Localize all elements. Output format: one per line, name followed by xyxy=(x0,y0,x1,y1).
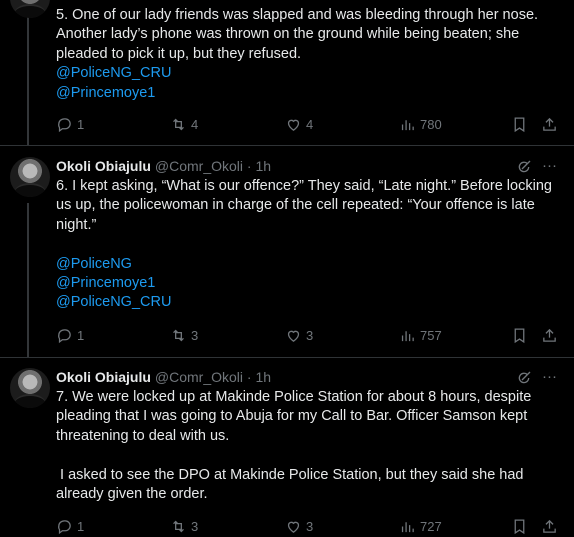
like-count: 3 xyxy=(306,327,314,343)
avatar[interactable] xyxy=(10,0,50,18)
tweet-header: Okoli Obiajulu @Comr_Okoli · 1h xyxy=(56,157,271,175)
share-icon xyxy=(543,519,556,533)
grok-icon[interactable] xyxy=(516,370,532,386)
views-icon xyxy=(401,119,414,130)
tweet-text: I asked to see the DPO at Makinde Police… xyxy=(56,466,528,503)
avatar[interactable] xyxy=(10,157,50,197)
views-count: 757 xyxy=(420,327,442,343)
reply-button[interactable]: 1 xyxy=(56,516,84,536)
views-button[interactable]: 780 xyxy=(399,114,442,134)
bookmark-button[interactable] xyxy=(511,516,528,536)
share-button[interactable] xyxy=(541,114,558,134)
share-button[interactable] xyxy=(541,516,558,536)
views-count: 727 xyxy=(420,518,442,534)
like-count: 3 xyxy=(306,518,314,534)
repost-button[interactable]: 3 xyxy=(170,325,198,345)
more-icon[interactable]: ··· xyxy=(542,368,557,385)
grok-icon[interactable] xyxy=(516,159,532,175)
tweet-text: 6. I kept asking, “What is our offence?”… xyxy=(56,178,556,233)
views-icon xyxy=(401,521,414,532)
bookmark-icon xyxy=(514,518,525,534)
repost-icon xyxy=(173,329,184,341)
repost-button[interactable]: 3 xyxy=(170,516,198,536)
share-icon xyxy=(543,117,556,131)
tweet-body: 6. I kept asking, “What is our offence?”… xyxy=(56,177,561,313)
reply-icon xyxy=(58,519,71,534)
views-count: 780 xyxy=(420,116,442,132)
divider xyxy=(0,357,574,358)
views-button[interactable]: 727 xyxy=(399,516,442,536)
views-icon xyxy=(401,330,414,341)
repost-count: 3 xyxy=(191,518,199,534)
action-bar: 1 3 3 727 xyxy=(56,516,562,536)
mention-link[interactable]: @PoliceNG xyxy=(56,255,561,274)
reply-button[interactable]: 1 xyxy=(56,325,84,345)
mention-link[interactable]: @Princemoye1 xyxy=(56,84,561,103)
action-bar: 1 4 4 780 xyxy=(56,114,562,134)
repost-button[interactable]: 4 xyxy=(170,114,198,134)
reply-button[interactable]: 1 xyxy=(56,114,84,134)
mention-link[interactable]: @PoliceNG_CRU xyxy=(56,293,561,312)
like-icon xyxy=(287,330,300,342)
like-button[interactable]: 3 xyxy=(285,516,313,536)
tweet-text: 7. We were locked up at Makinde Police S… xyxy=(56,389,536,444)
author-handle-time[interactable]: @Comr_Okoli · 1h xyxy=(155,158,271,174)
repost-count: 3 xyxy=(191,327,199,343)
like-button[interactable]: 4 xyxy=(285,114,313,134)
bookmark-icon xyxy=(514,327,525,343)
share-button[interactable] xyxy=(541,325,558,345)
mention-link[interactable]: @PoliceNG_CRU xyxy=(56,64,561,83)
divider xyxy=(0,145,574,146)
like-icon xyxy=(287,521,300,533)
reply-icon xyxy=(58,117,71,132)
like-icon xyxy=(287,119,300,131)
reply-count: 1 xyxy=(77,327,85,343)
reply-count: 1 xyxy=(77,518,85,534)
author-handle-time[interactable]: @Comr_Okoli · 1h xyxy=(155,369,271,385)
like-count: 4 xyxy=(306,116,314,132)
avatar[interactable] xyxy=(10,368,50,408)
thread-line xyxy=(27,0,29,145)
repost-count: 4 xyxy=(191,116,199,132)
repost-icon xyxy=(173,520,184,532)
thread-line xyxy=(27,203,29,357)
tweet-body: 5. One of our lady friends was slapped a… xyxy=(56,6,561,103)
reply-count: 1 xyxy=(77,116,85,132)
more-icon[interactable]: ··· xyxy=(542,157,557,174)
bookmark-button[interactable] xyxy=(511,114,528,134)
mention-link[interactable]: @Princemoye1 xyxy=(56,274,561,293)
tweet-text: 5. One of our lady friends was slapped a… xyxy=(56,7,542,62)
action-bar: 1 3 3 757 xyxy=(56,325,562,345)
bookmark-icon xyxy=(514,116,525,132)
tweet-5[interactable]: 5. One of our lady friends was slapped a… xyxy=(0,0,574,145)
share-icon xyxy=(543,328,556,342)
tweet-header: Okoli Obiajulu @Comr_Okoli · 1h xyxy=(56,368,271,386)
author-name[interactable]: Okoli Obiajulu xyxy=(56,369,151,385)
repost-icon xyxy=(173,118,184,130)
views-button[interactable]: 757 xyxy=(399,325,442,345)
like-button[interactable]: 3 xyxy=(285,325,313,345)
bookmark-button[interactable] xyxy=(511,325,528,345)
tweet-7[interactable]: Okoli Obiajulu @Comr_Okoli · 1h ··· 7. W… xyxy=(0,368,574,537)
reply-icon xyxy=(58,328,71,343)
tweet-6[interactable]: Okoli Obiajulu @Comr_Okoli · 1h ··· 6. I… xyxy=(0,157,574,357)
tweet-body: 7. We were locked up at Makinde Police S… xyxy=(56,388,561,504)
author-name[interactable]: Okoli Obiajulu xyxy=(56,158,151,174)
